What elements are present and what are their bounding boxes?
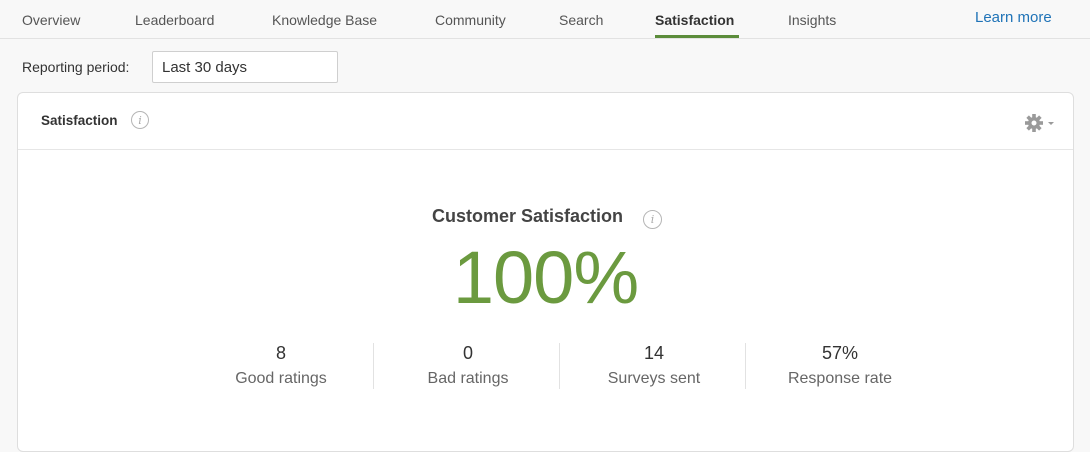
learn-more-link[interactable]: Learn more (975, 9, 1052, 26)
reporting-period-input[interactable] (152, 51, 338, 83)
reporting-nav: Overview Leaderboard Knowledge Base Comm… (0, 0, 1090, 39)
stat-divider (559, 343, 560, 389)
reporting-period-label: Reporting period: (22, 59, 130, 75)
stat-value: 0 (462, 343, 473, 363)
tab-knowledge-base[interactable]: Knowledge Base (272, 12, 377, 28)
stat-response-rate: 57% Response rate (747, 343, 933, 388)
stat-divider (373, 343, 374, 389)
satisfaction-card: Satisfaction i Customer Satisfaction i 1… (17, 92, 1074, 452)
tab-community[interactable]: Community (435, 12, 506, 28)
info-icon[interactable]: i (131, 111, 149, 129)
stat-label: Good ratings (235, 370, 327, 387)
stat-good-ratings: 8 Good ratings (188, 343, 374, 388)
tab-search[interactable]: Search (559, 12, 603, 28)
chevron-down-icon (1048, 122, 1054, 125)
csat-value: 100% (452, 236, 639, 319)
stat-value: 14 (643, 343, 665, 363)
active-tab-indicator (655, 35, 739, 38)
stat-bad-ratings: 0 Bad ratings (375, 343, 561, 388)
tab-satisfaction[interactable]: Satisfaction (655, 12, 734, 28)
tab-overview[interactable]: Overview (22, 12, 80, 28)
stat-surveys-sent: 14 Surveys sent (561, 343, 747, 388)
stat-label: Response rate (787, 370, 893, 387)
gear-icon[interactable] (1024, 113, 1056, 133)
stat-value: 57% (821, 343, 859, 363)
stat-label: Surveys sent (607, 370, 701, 387)
stat-label: Bad ratings (427, 370, 509, 387)
tab-insights[interactable]: Insights (788, 12, 836, 28)
stat-value: 8 (275, 343, 286, 363)
csat-info-icon[interactable]: i (643, 210, 662, 229)
card-title: Satisfaction (41, 113, 118, 128)
card-header: Satisfaction i (18, 93, 1073, 150)
stat-divider (745, 343, 746, 389)
csat-title: Customer Satisfaction (432, 206, 624, 226)
tab-leaderboard[interactable]: Leaderboard (135, 12, 214, 28)
